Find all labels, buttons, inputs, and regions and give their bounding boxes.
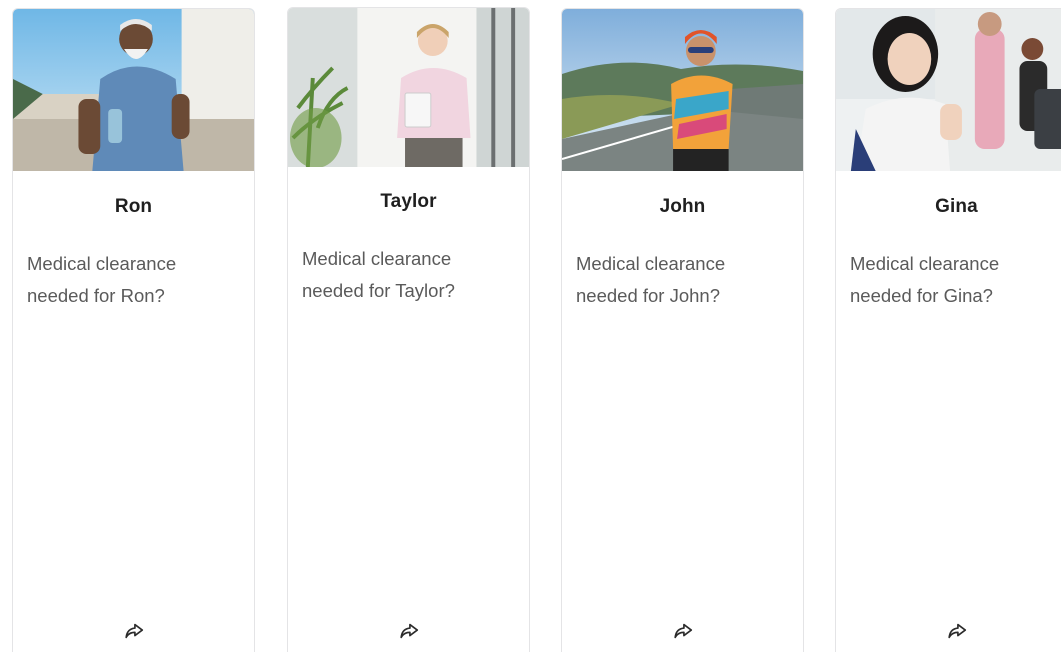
share-arrow-icon	[947, 623, 966, 639]
card-name: Taylor	[380, 191, 437, 212]
client-card-ron[interactable]: Ron Medical clearance needed for Ron?	[12, 8, 255, 652]
card-name: Gina	[935, 196, 978, 217]
share-arrow-icon	[124, 623, 143, 639]
client-card-gina[interactable]: Gina Medical clearance needed for Gina?	[835, 8, 1061, 652]
card-name: Ron	[114, 196, 153, 217]
person-walking-photo-icon	[13, 9, 254, 171]
share-button[interactable]	[398, 620, 420, 642]
card-question: Medical clearance needed for Gina?	[850, 253, 1000, 306]
share-button[interactable]	[672, 620, 694, 642]
share-arrow-icon	[399, 623, 418, 639]
photo-gina	[836, 9, 1061, 171]
client-card-taylor[interactable]: Taylor Medical clearance needed for Tayl…	[287, 7, 530, 652]
card-name: John	[659, 196, 706, 217]
person-cycling-photo-icon	[562, 9, 803, 171]
person-gym-photo-icon	[836, 9, 1061, 171]
card-question: Medical clearance needed for Ron?	[27, 253, 177, 306]
share-button[interactable]	[123, 620, 145, 642]
card-question: Medical clearance needed for John?	[576, 253, 726, 306]
photo-john	[562, 9, 803, 171]
photo-ron	[13, 9, 254, 171]
share-arrow-icon	[673, 623, 692, 639]
card-question: Medical clearance needed for Taylor?	[302, 248, 455, 301]
card-grid: Ron Medical clearance needed for Ron? Ta…	[0, 0, 1061, 652]
person-office-photo-icon	[288, 8, 529, 167]
photo-taylor	[288, 8, 529, 167]
client-card-john[interactable]: John Medical clearance needed for John?	[561, 8, 804, 652]
share-button[interactable]	[946, 620, 968, 642]
